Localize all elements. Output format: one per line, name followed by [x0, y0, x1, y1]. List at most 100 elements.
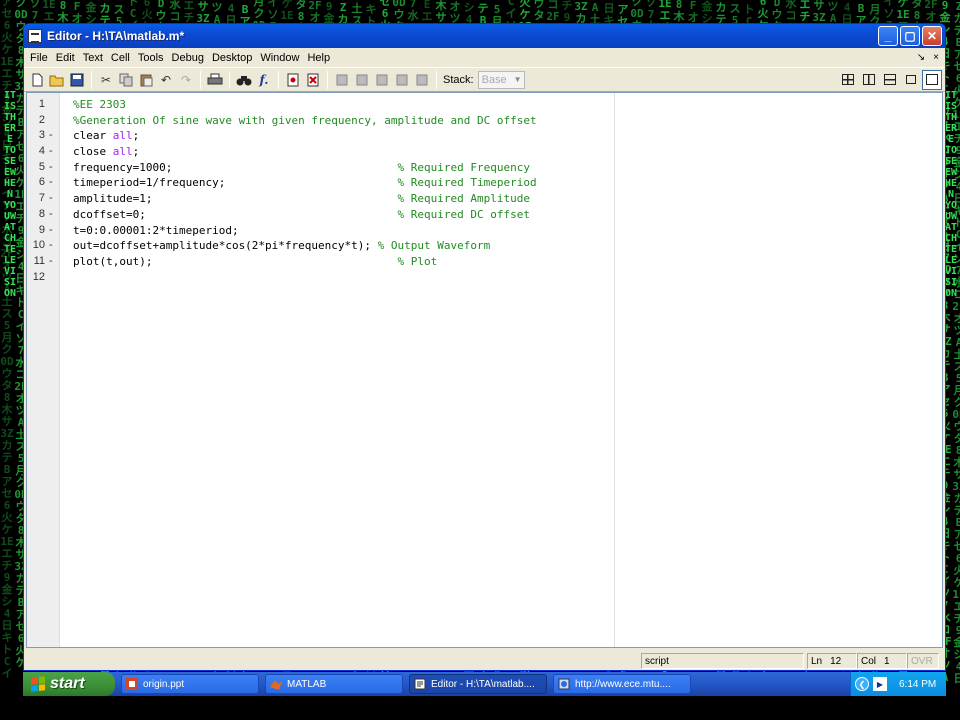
status-col-value: 1	[884, 655, 890, 667]
code-statement: clear	[73, 129, 113, 143]
code-line[interactable]: 2 %Generation Of sine wave with given fre…	[27, 113, 942, 129]
cut-icon[interactable]: ✂	[96, 70, 116, 90]
minimize-button[interactable]: _	[878, 26, 898, 46]
step-icon[interactable]	[332, 70, 352, 90]
status-ovr: OVR	[907, 653, 939, 669]
code-line[interactable]: 3- clear all;	[27, 128, 942, 144]
taskbar-item-browser[interactable]: http://www.ece.mtu....	[553, 674, 691, 694]
code-line[interactable]: 6- timeperiod=1/frequency; % Required Tim…	[27, 175, 942, 191]
close-button[interactable]: ✕	[922, 26, 942, 46]
function-icon[interactable]: f.	[254, 70, 274, 90]
maximize-button[interactable]: ▢	[900, 26, 920, 46]
find-binoculars-icon[interactable]	[234, 70, 254, 90]
breakpoint-marker[interactable]: -	[49, 191, 53, 207]
line-number: 6	[38, 176, 45, 189]
code-line[interactable]: 8- dcoffset=0; % Required DC offset	[27, 207, 942, 223]
code-statement: close	[73, 145, 113, 159]
maximize-layout-icon[interactable]	[922, 69, 942, 90]
step-in-icon[interactable]	[352, 70, 372, 90]
tray-arrow-icon[interactable]: ❮	[855, 677, 869, 691]
start-button[interactable]: start	[23, 672, 115, 696]
breakpoint-marker[interactable]: -	[49, 238, 53, 254]
taskbar-item-origin-ppt[interactable]: origin.ppt	[121, 674, 259, 694]
print-icon[interactable]	[205, 70, 225, 90]
set-breakpoint-icon[interactable]	[283, 70, 303, 90]
undock-icon[interactable]: ↘	[917, 52, 925, 63]
code-line[interactable]: 10- out=dcoffset+amplitude*cos(2*pi*frequ…	[27, 238, 942, 254]
title-bar[interactable]: Editor - H:\TA\matlab.m* _ ▢ ✕	[24, 24, 945, 48]
step-out-icon[interactable]	[372, 70, 392, 90]
menu-text[interactable]: Text	[79, 52, 107, 64]
redo-icon[interactable]: ↷	[176, 70, 196, 90]
menu-bar: File Edit Text Cell Tools Debug Desktop …	[24, 48, 945, 67]
line-number: 11	[33, 254, 45, 267]
code-statement: out=dcoffset+amplitude*cos(2*pi*frequenc…	[73, 239, 378, 253]
code-line[interactable]: 9- t=0:0.00001:2*timeperiod;	[27, 223, 942, 239]
taskbar-item-editor[interactable]: Editor - H:\TA\matlab....	[409, 674, 547, 694]
menu-desktop[interactable]: Desktop	[208, 52, 256, 64]
breakpoint-marker[interactable]: -	[49, 128, 53, 144]
code-line[interactable]: 11- plot(t,out); % Plot	[27, 254, 942, 270]
code-statement: frequency=1000;	[73, 160, 398, 174]
status-mode: script	[641, 653, 804, 669]
menu-window[interactable]: Window	[256, 52, 303, 64]
code-line[interactable]: 12	[27, 270, 942, 286]
menu-debug[interactable]: Debug	[168, 52, 208, 64]
code-line[interactable]: 4- close all;	[27, 144, 942, 160]
menu-cell[interactable]: Cell	[107, 52, 134, 64]
breakpoint-marker[interactable]: -	[49, 144, 53, 160]
float-icon[interactable]	[901, 70, 921, 90]
split-horizontal-icon[interactable]	[880, 70, 900, 90]
code-statement: amplitude=1;	[73, 192, 398, 206]
code-line[interactable]: 1 %EE 2303	[27, 97, 942, 113]
code-comment: % Required Timeperiod	[397, 176, 537, 190]
open-folder-icon[interactable]	[47, 70, 67, 90]
exit-debug-icon[interactable]	[412, 70, 432, 90]
breakpoint-marker[interactable]: -	[49, 175, 53, 191]
close-doc-icon[interactable]: ×	[933, 52, 939, 63]
breakpoint-marker[interactable]: -	[49, 254, 53, 270]
line-number: 3	[38, 129, 45, 142]
code-statement: timeperiod=1/frequency;	[73, 176, 398, 190]
code-editor[interactable]: 1 %EE 2303 2 %Generation Of sine wave with …	[26, 92, 943, 648]
line-number: 5	[38, 160, 45, 173]
task-label: origin.ppt	[143, 678, 185, 690]
undo-icon[interactable]: ↶	[156, 70, 176, 90]
taskbar-item-matlab[interactable]: MATLAB	[265, 674, 403, 694]
breakpoint-marker[interactable]: -	[49, 223, 53, 239]
line-number: 2	[38, 113, 45, 126]
code-statement: plot(t,out);	[73, 254, 398, 268]
editor-icon	[414, 678, 426, 690]
code-keyword: all	[112, 145, 133, 159]
windows-flag-icon	[31, 676, 45, 692]
editor-window[interactable]: Editor - H:\TA\matlab.m* _ ▢ ✕ File Edit…	[23, 23, 946, 671]
code-comment: % Required Amplitude	[397, 192, 530, 206]
save-icon[interactable]	[67, 70, 87, 90]
paste-icon[interactable]	[136, 70, 156, 90]
breakpoint-marker[interactable]: -	[49, 160, 53, 176]
code-comment: % Required Frequency	[397, 160, 530, 174]
stack-select-value: Base	[481, 73, 507, 86]
status-column: Col 1	[857, 653, 907, 669]
copy-icon[interactable]	[116, 70, 136, 90]
split-vertical-icon[interactable]	[859, 70, 879, 90]
clear-breakpoints-icon[interactable]	[303, 70, 323, 90]
code-text: t=0:0.00001:2*timeperiod;	[73, 223, 239, 239]
menu-help[interactable]: Help	[303, 52, 334, 64]
tray-media-icon[interactable]: ▶	[873, 677, 887, 691]
continue-icon[interactable]	[392, 70, 412, 90]
code-line[interactable]: 5- frequency=1000; % Required Frequency	[27, 160, 942, 176]
stack-select[interactable]: Base ▼	[477, 70, 525, 89]
matlab-icon	[270, 680, 282, 690]
code-text: frequency=1000; % Required Frequency	[73, 160, 530, 176]
menu-edit[interactable]: Edit	[52, 52, 79, 64]
menu-file[interactable]: File	[26, 52, 52, 64]
tile-layout-icon[interactable]	[838, 70, 858, 90]
menu-tools[interactable]: Tools	[134, 52, 168, 64]
line-number: 12	[32, 270, 45, 283]
code-line[interactable]: 7- amplitude=1; % Required Amplitude	[27, 191, 942, 207]
breakpoint-marker[interactable]: -	[49, 207, 53, 223]
matrix-glyph-column: ZカテBアセ6火ケ1Eエチ9金シ4日キトCイソ7水コ2FオツA土ス5月ク0Dウタ…	[952, 0, 960, 685]
new-file-icon[interactable]	[27, 70, 47, 90]
status-ln-label: Ln	[811, 655, 823, 667]
